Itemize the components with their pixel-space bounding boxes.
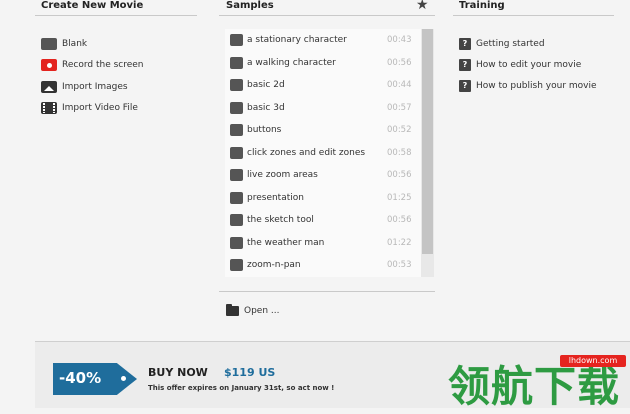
star-icon[interactable]: ★ bbox=[416, 0, 429, 13]
training-label: Getting started bbox=[476, 38, 545, 49]
sample-item[interactable]: a walking character 00:56 bbox=[225, 52, 421, 75]
sample-movie-icon bbox=[230, 169, 243, 182]
sample-duration: 00:43 bbox=[387, 35, 412, 46]
sample-item[interactable]: basic 2d 00:44 bbox=[225, 74, 421, 97]
sample-duration: 00:57 bbox=[387, 102, 412, 113]
sample-movie-icon bbox=[230, 191, 243, 204]
sample-label: basic 3d bbox=[247, 102, 285, 113]
sample-movie-icon bbox=[230, 34, 243, 47]
sample-label: basic 2d bbox=[247, 80, 285, 91]
offer-text: This offer expires on January 31st, so a… bbox=[148, 384, 335, 392]
sample-item[interactable]: live zoom areas 00:56 bbox=[225, 164, 421, 187]
samples-divider bbox=[219, 15, 435, 16]
sample-item[interactable]: buttons 00:52 bbox=[225, 119, 421, 142]
create-list: Blank Record the screen Import Images Im… bbox=[41, 33, 144, 119]
help-icon: ? bbox=[459, 58, 471, 71]
create-import-video[interactable]: Import Video File bbox=[41, 98, 144, 120]
sample-duration: 00:56 bbox=[387, 57, 412, 68]
sample-item[interactable]: click zones and edit zones 00:58 bbox=[225, 142, 421, 165]
tag-hole-icon bbox=[121, 376, 126, 381]
create-item-label: Import Video File bbox=[62, 103, 138, 114]
create-blank[interactable]: Blank bbox=[41, 33, 144, 55]
create-heading: Create New Movie bbox=[41, 0, 144, 11]
image-icon bbox=[41, 80, 57, 93]
sample-item[interactable]: basic 3d 00:57 bbox=[225, 97, 421, 120]
samples-heading: Samples bbox=[226, 0, 274, 11]
create-item-label: Record the screen bbox=[62, 60, 144, 71]
create-item-label: Import Images bbox=[62, 81, 128, 92]
film-icon bbox=[41, 102, 57, 115]
sample-duration: 01:22 bbox=[387, 237, 412, 248]
create-divider bbox=[35, 15, 197, 16]
create-record-screen[interactable]: Record the screen bbox=[41, 55, 144, 77]
open-label: Open ... bbox=[244, 306, 280, 316]
sample-movie-icon bbox=[230, 236, 243, 249]
sample-item[interactable]: zoom-n-pan 00:53 bbox=[225, 254, 421, 277]
sample-duration: 00:44 bbox=[387, 80, 412, 91]
sample-duration: 00:56 bbox=[387, 170, 412, 181]
blank-movie-icon bbox=[41, 37, 57, 50]
training-item[interactable]: ? How to publish your movie bbox=[459, 75, 597, 96]
sample-movie-icon bbox=[230, 101, 243, 114]
sample-movie-icon bbox=[230, 56, 243, 69]
sample-item[interactable]: the sketch tool 00:56 bbox=[225, 209, 421, 232]
samples-scrollbar[interactable] bbox=[421, 29, 434, 277]
scrollbar-thumb[interactable] bbox=[422, 29, 433, 254]
training-list: ? Getting started ? How to edit your mov… bbox=[459, 33, 597, 96]
sample-duration: 00:56 bbox=[387, 215, 412, 226]
open-button[interactable]: Open ... bbox=[226, 304, 280, 316]
sample-label: the sketch tool bbox=[247, 215, 314, 226]
sample-duration: 01:25 bbox=[387, 192, 412, 203]
help-icon: ? bbox=[459, 37, 471, 50]
training-item[interactable]: ? How to edit your movie bbox=[459, 54, 597, 75]
sample-label: a walking character bbox=[247, 57, 336, 68]
folder-icon bbox=[226, 304, 239, 316]
training-label: How to publish your movie bbox=[476, 80, 597, 91]
samples-list[interactable]: a stationary character 00:43 a walking c… bbox=[225, 29, 421, 277]
sample-duration: 00:52 bbox=[387, 125, 412, 136]
sample-label: buttons bbox=[247, 125, 282, 136]
record-icon bbox=[41, 59, 57, 72]
sample-movie-icon bbox=[230, 79, 243, 92]
sample-label: click zones and edit zones bbox=[247, 147, 366, 158]
sample-item[interactable]: presentation 01:25 bbox=[225, 187, 421, 210]
buy-now-link[interactable]: BUY NOW bbox=[148, 366, 208, 379]
watermark-site: lhdown.com bbox=[560, 355, 626, 367]
sample-label: the weather man bbox=[247, 237, 325, 248]
training-divider bbox=[453, 15, 614, 16]
price: $119 US bbox=[224, 366, 276, 379]
create-import-images[interactable]: Import Images bbox=[41, 76, 144, 98]
sample-label: a stationary character bbox=[247, 35, 347, 46]
training-heading: Training bbox=[459, 0, 505, 11]
sample-duration: 00:58 bbox=[387, 147, 412, 158]
training-label: How to edit your movie bbox=[476, 59, 582, 70]
samples-bottom-divider bbox=[219, 291, 435, 292]
sample-movie-icon bbox=[230, 214, 243, 227]
sample-label: presentation bbox=[247, 192, 304, 203]
sample-label: live zoom areas bbox=[247, 170, 318, 181]
sample-movie-icon bbox=[230, 259, 243, 272]
discount-text: -40% bbox=[59, 369, 102, 387]
help-icon: ? bbox=[459, 79, 471, 92]
sample-movie-icon bbox=[230, 124, 243, 137]
sample-label: zoom-n-pan bbox=[247, 260, 301, 271]
sample-item[interactable]: the weather man 01:22 bbox=[225, 232, 421, 255]
training-item[interactable]: ? Getting started bbox=[459, 33, 597, 54]
create-item-label: Blank bbox=[62, 38, 88, 49]
sample-item[interactable]: a stationary character 00:43 bbox=[225, 29, 421, 52]
sample-movie-icon bbox=[230, 146, 243, 159]
sample-duration: 00:53 bbox=[387, 260, 412, 271]
